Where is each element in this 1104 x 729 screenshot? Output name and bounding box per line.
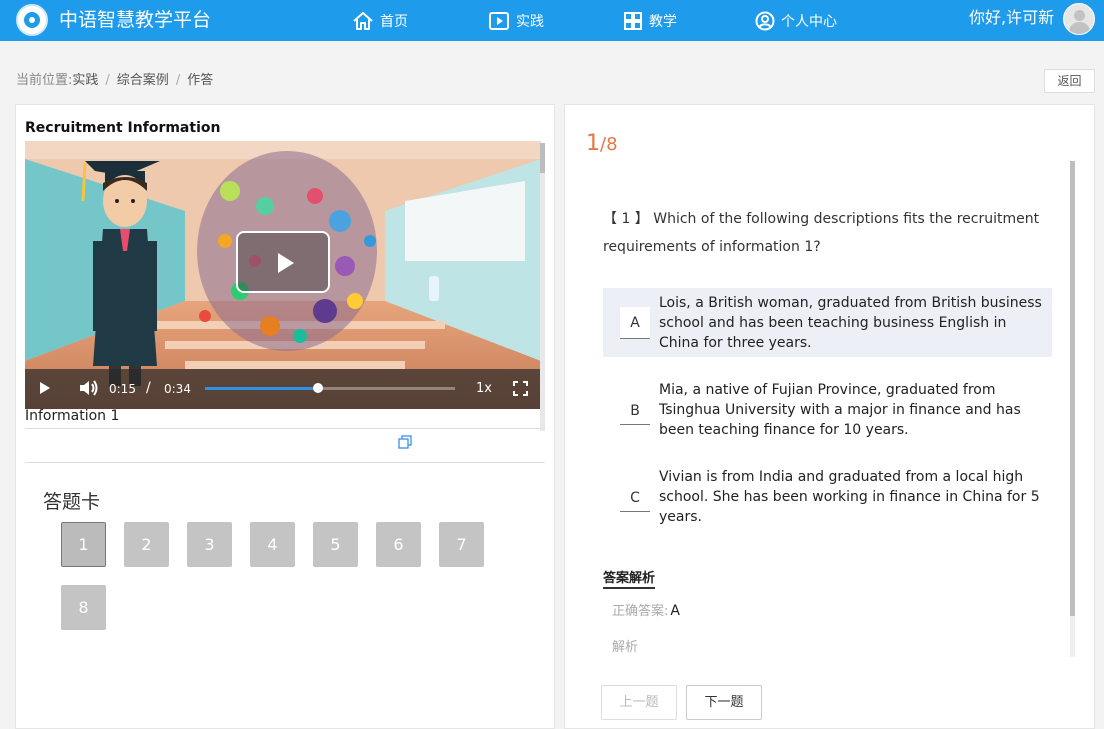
grid-icon — [624, 11, 642, 30]
answer-card-question-2[interactable]: 2 — [124, 522, 169, 567]
avatar[interactable] — [1063, 3, 1095, 35]
progress-knob[interactable] — [312, 383, 323, 393]
option-letter: B — [620, 399, 650, 425]
platform-logo[interactable] — [16, 4, 48, 36]
back-button[interactable]: 返回 — [1044, 69, 1095, 93]
video-title: Recruitment Information — [25, 120, 221, 136]
option-text: Vivian is from India and graduated from … — [659, 469, 1040, 525]
question-counter-current: 1 — [586, 131, 600, 156]
playback-speed[interactable]: 1x — [476, 381, 492, 396]
nav-practice[interactable]: 实践 — [488, 0, 544, 41]
correct-answer-value: A — [670, 603, 680, 619]
question-scrollbar[interactable] — [1070, 161, 1075, 657]
left-panel: Recruitment Information 0:15 / 0:34 1x I… — [15, 104, 555, 729]
nav-teaching-label: 教学 — [649, 13, 677, 30]
right-panel: 1/8 【 1 】 Which of the following descrip… — [564, 104, 1095, 729]
answer-card-question-3[interactable]: 3 — [187, 522, 232, 567]
progress-fill — [205, 387, 318, 390]
breadcrumb-separator: / — [105, 73, 110, 88]
breadcrumb: 当前位置:实践 / 综合案例 / 作答 — [16, 72, 213, 90]
answer-card-question-5[interactable]: 5 — [313, 522, 358, 567]
video-player[interactable]: 0:15 / 0:34 1x — [25, 141, 541, 409]
option-c[interactable]: C Vivian is from India and graduated fro… — [603, 462, 1052, 531]
volume-icon[interactable] — [79, 379, 99, 397]
caption-divider — [25, 428, 541, 429]
prev-question-button[interactable]: 上一题 — [601, 685, 677, 720]
play-square-icon — [489, 11, 509, 30]
top-nav-bar: 中语智慧教学平台 首页 实践 教学 个人中心 你好,许可新 — [0, 0, 1104, 41]
current-time: 0:15 — [109, 382, 136, 396]
nav-personal-center[interactable]: 个人中心 — [755, 0, 837, 41]
user-circle-icon — [755, 11, 775, 30]
nav-personal-center-label: 个人中心 — [781, 13, 837, 30]
copy-icon[interactable] — [398, 435, 412, 449]
question-counter-total: /8 — [600, 134, 618, 155]
option-a[interactable]: A Lois, a British woman, graduated from … — [603, 288, 1052, 357]
video-controls: 0:15 / 0:34 1x — [25, 369, 541, 409]
option-letter: A — [620, 307, 650, 339]
nav-home[interactable]: 首页 — [352, 0, 408, 41]
breadcrumb-item-answer: 作答 — [187, 73, 214, 88]
answer-card-question-7[interactable]: 7 — [439, 522, 484, 567]
question-counter: 1/8 — [586, 131, 618, 156]
time-separator: / — [146, 380, 151, 396]
section-divider — [25, 462, 545, 463]
play-icon[interactable] — [39, 381, 51, 395]
explanation-label: 解析 — [612, 640, 639, 655]
correct-answer: 正确答案: A — [612, 600, 680, 619]
play-overlay-button[interactable] — [236, 231, 330, 293]
answer-card-title: 答题卡 — [43, 491, 101, 513]
nav-teaching[interactable]: 教学 — [623, 0, 677, 41]
brand-title[interactable]: 中语智慧教学平台 — [59, 6, 211, 34]
video-duration: 0:34 — [164, 382, 191, 396]
home-icon — [353, 11, 373, 30]
next-question-button[interactable]: 下一题 — [686, 685, 762, 720]
option-letter: C — [620, 486, 650, 512]
answer-card-question-4[interactable]: 4 — [250, 522, 295, 567]
option-text: Lois, a British woman, graduated from Br… — [659, 295, 1042, 351]
answer-card-question-6[interactable]: 6 — [376, 522, 421, 567]
option-text: Mia, a native of Fujian Province, gradua… — [659, 382, 1021, 438]
fullscreen-icon[interactable] — [513, 381, 528, 396]
answer-card-question-1[interactable]: 1 — [61, 522, 106, 567]
breadcrumb-separator: / — [175, 73, 181, 88]
question-text: 【 1 】 Which of the following description… — [603, 211, 1040, 255]
nav-practice-label: 实践 — [516, 13, 544, 30]
nav-home-label: 首页 — [380, 13, 408, 30]
breadcrumb-item-practice[interactable]: 实践 — [72, 73, 98, 88]
user-greeting[interactable]: 你好,许可新 — [969, 7, 1054, 29]
video-caption: Information 1 — [25, 408, 120, 424]
answer-card-question-8[interactable]: 8 — [61, 585, 106, 630]
correct-answer-label: 正确答案: — [612, 604, 669, 619]
video-scrollbar[interactable] — [540, 143, 545, 431]
analysis-title: 答案解析 — [603, 567, 656, 589]
option-b[interactable]: B Mia, a native of Fujian Province, grad… — [603, 375, 1052, 444]
breadcrumb-prefix: 当前位置: — [16, 73, 73, 88]
video-progress-bar[interactable] — [205, 383, 455, 393]
breadcrumb-item-cases[interactable]: 综合案例 — [117, 73, 169, 88]
